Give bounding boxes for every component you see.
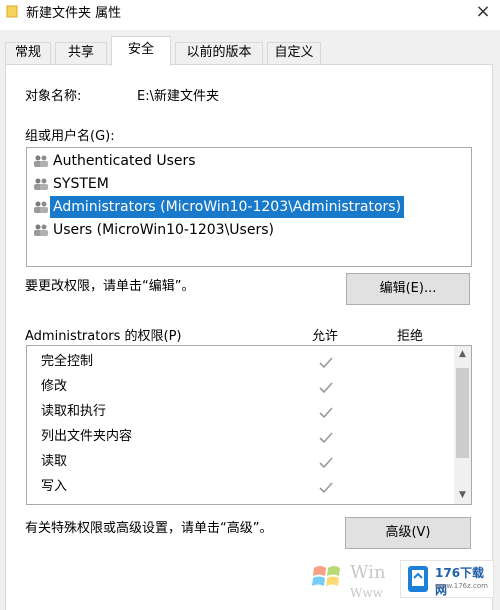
table-row: 写入	[27, 475, 452, 499]
permission-name: 修改	[41, 379, 68, 394]
permissions-scrollbar[interactable]: ▲ ▼	[454, 346, 471, 504]
permissions-list[interactable]: 完全控制 修改 读取和执行 列出文件夹内容 读取 写入 ▲ ▼	[26, 345, 472, 505]
user-name: Administrators (MicroWin10-1203\Administ…	[50, 196, 405, 218]
window-title: 新建文件夹 属性	[26, 6, 122, 21]
list-item[interactable]: Users (MicroWin10-1203\Users)	[29, 219, 469, 241]
scroll-up-icon[interactable]: ▲	[454, 346, 471, 363]
security-panel: 对象名称: E:\新建文件夹 组或用户名(G): Authenticated U…	[5, 64, 493, 610]
check-icon	[319, 482, 333, 494]
user-name: Users (MicroWin10-1203\Users)	[53, 222, 274, 238]
tab-sharing[interactable]: 共享	[55, 42, 107, 65]
site-logo: 176下载网 www.176z.com	[400, 560, 494, 598]
edit-button[interactable]: 编辑(E)...	[346, 273, 470, 305]
object-name-label: 对象名称:	[25, 89, 82, 104]
permission-name: 写入	[41, 479, 68, 494]
users-icon	[34, 224, 48, 236]
groups-label: 组或用户名(G):	[25, 129, 115, 144]
user-name: Authenticated Users	[53, 153, 196, 169]
tab-strip: 常规 共享 安全 以前的版本 自定义	[5, 36, 495, 66]
watermark: Win Www	[310, 556, 400, 606]
list-item[interactable]: Administrators (MicroWin10-1203\Administ…	[29, 196, 469, 218]
check-icon	[319, 457, 333, 469]
groups-list[interactable]: Authenticated Users SYSTEM Administrator…	[26, 147, 472, 267]
list-item[interactable]: SYSTEM	[29, 173, 469, 195]
table-row: 修改	[27, 375, 452, 399]
permissions-title: Administrators 的权限(P)	[25, 329, 182, 344]
permission-name: 完全控制	[41, 354, 94, 369]
scroll-thumb[interactable]	[456, 368, 469, 458]
edit-hint: 要更改权限，请单击“编辑”。	[25, 279, 195, 294]
users-icon	[34, 201, 48, 213]
windows-logo-icon	[312, 566, 340, 586]
table-row: 完全控制	[27, 350, 452, 374]
watermark-text: Www	[350, 586, 383, 600]
title-bar: 新建文件夹 属性 ×	[0, 0, 500, 30]
deny-header: 拒绝	[397, 329, 424, 344]
tab-customize[interactable]: 自定义	[267, 42, 321, 65]
table-row: 列出文件夹内容	[27, 425, 452, 449]
advanced-button[interactable]: 高级(V)	[345, 517, 471, 549]
tab-security[interactable]: 安全	[111, 36, 171, 66]
object-name-value: E:\新建文件夹	[137, 89, 219, 104]
close-button[interactable]: ×	[470, 0, 496, 26]
users-icon	[34, 155, 48, 167]
scroll-down-icon[interactable]: ▼	[454, 487, 471, 504]
check-icon	[319, 407, 333, 419]
permission-name: 读取和执行	[41, 404, 107, 419]
check-icon	[319, 357, 333, 369]
tab-previous-versions[interactable]: 以前的版本	[175, 42, 263, 65]
logo-text: 176下载网	[435, 566, 485, 597]
logo-subtext: www.176z.com	[435, 582, 488, 590]
allow-header: 允许	[312, 329, 339, 344]
table-row: 读取和执行	[27, 400, 452, 424]
permission-name: 列出文件夹内容	[41, 429, 133, 444]
list-item[interactable]: Authenticated Users	[29, 150, 469, 172]
permission-name: 读取	[41, 454, 68, 469]
user-name: SYSTEM	[53, 176, 109, 192]
phone-logo-icon	[408, 566, 428, 592]
check-icon	[319, 432, 333, 444]
table-row: 读取	[27, 450, 452, 474]
advanced-hint: 有关特殊权限或高级设置，请单击“高级”。	[25, 521, 273, 536]
users-icon	[34, 178, 48, 190]
watermark-text: Win	[350, 562, 386, 583]
check-icon	[319, 382, 333, 394]
tab-general[interactable]: 常规	[5, 42, 51, 65]
folder-icon	[6, 5, 18, 18]
